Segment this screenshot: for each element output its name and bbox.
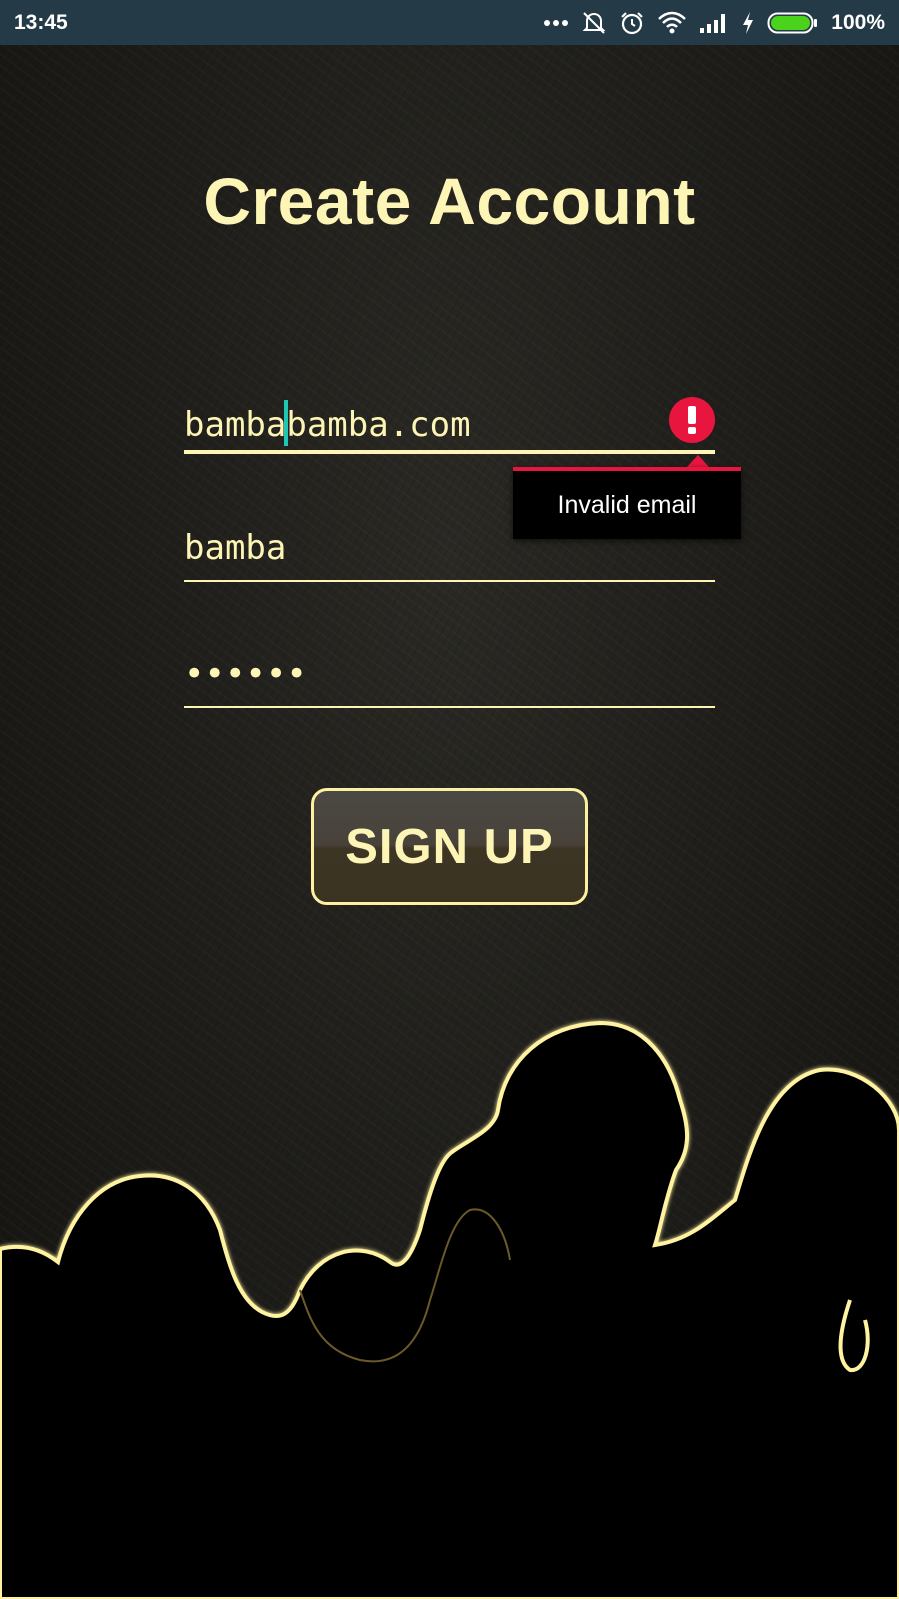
battery-percentage: 100%	[831, 10, 885, 34]
status-bar: 13:45 100%	[0, 0, 899, 45]
password-value: ••••••	[184, 654, 307, 694]
email-underline	[184, 450, 715, 454]
more-dots-icon	[544, 19, 569, 26]
signal-icon	[700, 13, 726, 33]
exclamation-icon	[688, 406, 696, 434]
sign-up-button[interactable]: SIGN UP	[311, 788, 588, 905]
email-field[interactable]: bambabamba.com	[184, 394, 715, 454]
username-value: bamba	[184, 528, 287, 568]
email-value: bambabamba.com	[184, 400, 471, 446]
status-time: 13:45	[14, 10, 68, 34]
username-field[interactable]: bamba	[184, 522, 715, 582]
mute-notification-icon	[582, 11, 606, 34]
error-tooltip-arrow	[687, 455, 709, 467]
status-icons: 100%	[543, 10, 885, 36]
password-underline	[184, 706, 715, 708]
battery-icon	[767, 12, 818, 33]
email-text-before-caret: bamba	[184, 405, 287, 445]
error-icon[interactable]	[669, 397, 715, 443]
create-account-screen: 13:45 100% Create Account bambabamba.com…	[0, 0, 899, 1599]
wifi-icon	[658, 11, 687, 33]
page-title: Create Account	[203, 164, 696, 238]
crowd-silhouette-image	[0, 1020, 899, 1599]
username-underline	[184, 580, 715, 582]
password-field[interactable]: ••••••	[184, 648, 715, 708]
alarm-icon	[621, 11, 644, 34]
email-text-after-caret: bamba.com	[286, 405, 471, 445]
charging-icon	[743, 11, 754, 34]
